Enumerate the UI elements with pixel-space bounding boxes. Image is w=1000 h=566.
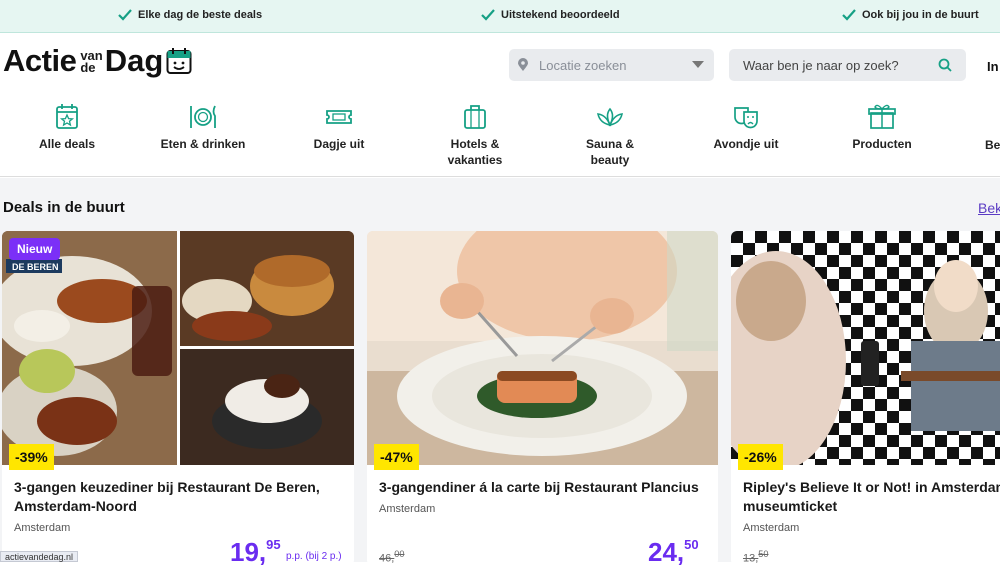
old-price-cents: 00 — [394, 549, 405, 559]
location-pin-icon — [518, 58, 528, 71]
discount-badge: -26% — [738, 444, 783, 470]
status-bar-url: actievandedag.nl — [0, 551, 79, 562]
logo-small-de: de — [80, 60, 96, 75]
usp-item: Elke dag de beste deals — [118, 8, 262, 22]
deal-card[interactable]: -26% Ripley's Believe It or Not! in Amst… — [731, 231, 1000, 566]
check-icon — [842, 9, 856, 21]
suitcase-icon — [464, 105, 486, 129]
location-select[interactable]: Locatie zoeken — [509, 49, 714, 81]
category-eten-drinken[interactable]: Eten & drinken — [158, 103, 248, 152]
deal-image: DE BEREN — [2, 231, 354, 465]
discount-badge: -47% — [374, 444, 419, 470]
food-collage-image: DE BEREN — [2, 231, 354, 465]
site-header: Actie van de Dag Locatie zoeken Waar ben… — [0, 34, 1000, 96]
location-placeholder: Locatie zoeken — [539, 57, 627, 73]
logo-text-actie: Actie — [3, 43, 77, 78]
old-price: 13,50 — [743, 549, 768, 565]
old-price: 46,00 — [379, 549, 404, 565]
category-label: Alle deals — [38, 137, 96, 151]
category-label: Be — [985, 138, 1000, 152]
category-avondje-uit[interactable]: Avondje uit — [686, 103, 806, 152]
deal-location: Amsterdam — [379, 503, 436, 515]
check-icon — [481, 9, 495, 21]
search-placeholder: Waar ben je naar op zoek? — [743, 57, 899, 73]
plate-cutlery-icon — [190, 105, 216, 128]
price-cents: 95 — [266, 537, 281, 552]
category-producten[interactable]: Producten — [822, 103, 942, 152]
usp-item: Uitstekend beoordeeld — [481, 8, 620, 22]
category-nav: Alle deals Eten & drinken Dagje uit Hote… — [0, 97, 1000, 177]
deal-location: Amsterdam — [14, 522, 71, 534]
category-hotels-vakanties[interactable]: Hotels & vakanties — [430, 103, 520, 168]
deal-title[interactable]: Ripley's Believe It or Not! in Amsterdam… — [743, 478, 1000, 516]
price-cents: 50 — [684, 537, 699, 552]
deal-title[interactable]: 3-gangendiner á la carte bij Restaurant … — [379, 478, 709, 497]
check-icon — [118, 9, 132, 21]
see-all-link[interactable]: Bek — [978, 200, 1000, 216]
salmon-dish-image — [367, 231, 718, 465]
usp-bar: Elke dag de beste deals Uitstekend beoor… — [0, 0, 1000, 33]
category-partial[interactable]: Be — [985, 137, 1000, 153]
deal-card[interactable]: -47% 3-gangendiner á la carte bij Restau… — [367, 231, 718, 566]
logo-text-dag: Dag — [104, 43, 164, 78]
discount-badge: -39% — [9, 444, 54, 470]
usp-label: Uitstekend beoordeeld — [501, 9, 620, 21]
old-price-main: 13, — [743, 552, 759, 565]
deal-image — [731, 231, 1000, 465]
deal-title[interactable]: 3-gangen keuzediner bij Restaurant De Be… — [14, 478, 344, 516]
restaurant-sign-text: DE BEREN — [12, 262, 59, 272]
deal-card[interactable]: DE BEREN Nieuw -39% 3-gangen keuzediner … — [2, 231, 354, 566]
category-label: Eten & drinken — [160, 137, 246, 151]
section-title: Deals in de buurt — [3, 199, 125, 216]
gift-box-icon — [868, 104, 896, 129]
search-input[interactable]: Waar ben je naar op zoek? — [729, 49, 966, 81]
search-icon[interactable] — [938, 58, 952, 72]
ticket-icon — [326, 110, 352, 124]
category-label: Producten — [852, 137, 912, 151]
smiley-calendar-icon — [166, 48, 192, 74]
login-link[interactable]: In — [987, 59, 999, 74]
old-price-cents: 50 — [758, 549, 769, 559]
calendar-star-icon — [56, 104, 78, 129]
chevron-down-icon — [692, 61, 704, 68]
site-logo[interactable]: Actie van de Dag — [3, 44, 192, 78]
deal-image — [367, 231, 718, 465]
logo-text-small: van de — [80, 49, 102, 75]
museum-photo-image — [731, 231, 1000, 465]
category-label: Dagje uit — [313, 137, 365, 151]
price-note: p.p. (bij 2 p.) — [286, 551, 342, 562]
category-dagje-uit[interactable]: Dagje uit — [279, 103, 399, 152]
old-price-main: 46, — [379, 552, 395, 565]
theater-masks-icon — [734, 107, 758, 129]
usp-label: Ook bij jou in de buurt — [862, 9, 979, 21]
deal-location: Amsterdam — [743, 522, 800, 534]
usp-item: Ook bij jou in de buurt — [842, 8, 979, 22]
category-label: Hotels & vakanties — [447, 137, 503, 167]
new-badge: Nieuw — [9, 238, 61, 260]
usp-label: Elke dag de beste deals — [138, 9, 263, 21]
category-sauna-beauty[interactable]: Sauna & beauty — [565, 103, 655, 168]
lotus-icon — [596, 107, 624, 127]
category-label: Sauna & beauty — [585, 137, 634, 167]
category-alle-deals[interactable]: Alle deals — [7, 103, 127, 152]
category-label: Avondje uit — [713, 137, 779, 151]
